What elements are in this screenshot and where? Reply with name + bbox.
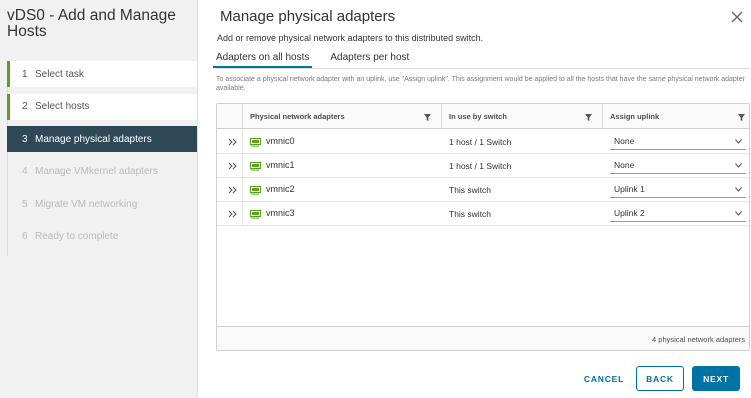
table-row[interactable]: vmnic0 1 host / 1 Switch None: [217, 130, 749, 154]
step-label: Manage physical adapters: [35, 133, 152, 145]
step-select-hosts[interactable]: 2 Select hosts: [7, 93, 197, 120]
uplink-value: None: [614, 136, 635, 146]
step-select-task[interactable]: 1 Select task: [7, 61, 197, 87]
uplink-select[interactable]: None: [610, 157, 746, 174]
uplink-select[interactable]: Uplink 1: [610, 181, 746, 198]
uplink-value: None: [614, 160, 635, 170]
column-header-in-use-by-switch[interactable]: In use by switch: [449, 104, 507, 129]
table-row[interactable]: vmnic3 This switch Uplink 2: [217, 202, 749, 226]
uplink-value: Uplink 1: [614, 184, 645, 194]
filter-icon[interactable]: [424, 114, 431, 121]
filter-icon[interactable]: [585, 114, 592, 121]
column-divider[interactable]: [602, 104, 603, 129]
row-divider: [242, 154, 243, 178]
in-use-value: This switch: [449, 185, 492, 195]
chevron-down-icon: [735, 187, 742, 192]
step-number: 3: [22, 133, 28, 145]
page-title: Manage physical adapters: [220, 8, 396, 25]
uplink-value: Uplink 2: [614, 208, 645, 218]
step-label: Migrate VM networking: [35, 198, 138, 210]
adapters-grid: Physical network adapters In use by swit…: [216, 103, 750, 351]
row-divider: [242, 178, 243, 202]
double-chevron-right-icon[interactable]: [228, 209, 238, 219]
tab-bar: Adapters on all hosts Adapters per host: [213, 50, 430, 68]
chevron-down-icon: [735, 211, 742, 216]
step-label: Select hosts: [35, 101, 90, 112]
row-divider: [242, 202, 243, 226]
adapter-name: vmnic1: [266, 160, 295, 170]
back-button[interactable]: BACK: [636, 366, 684, 391]
page-subtitle: Add or remove physical network adapters …: [217, 33, 484, 43]
step-ready-to-complete: 6 Ready to complete: [7, 224, 197, 250]
network-adapter-icon: [250, 162, 261, 171]
step-number: 4: [22, 166, 28, 177]
grid-header: Physical network adapters In use by swit…: [217, 104, 749, 129]
step-label: Select task: [35, 68, 84, 80]
network-adapter-icon: [250, 138, 261, 147]
step-manage-vmkernel-adapters: 4 Manage VMkernel adapters: [7, 159, 197, 185]
step-number: 2: [22, 101, 28, 112]
in-use-value: This switch: [449, 209, 492, 219]
tab-adapters-per-host[interactable]: Adapters per host: [330, 50, 409, 68]
tab-adapters-on-all-hosts[interactable]: Adapters on all hosts: [213, 50, 313, 68]
step-manage-physical-adapters[interactable]: 3 Manage physical adapters: [7, 126, 197, 152]
step-number: 5: [22, 198, 28, 210]
wizard-title: vDS0 - Add and Manage Hosts: [7, 7, 176, 40]
wizard-sidebar: vDS0 - Add and Manage Hosts 1 Select tas…: [0, 0, 198, 398]
step-label: Manage VMkernel adapters: [35, 166, 158, 177]
adapter-name: vmnic2: [266, 184, 295, 194]
step-number: 6: [22, 231, 28, 242]
column-header-physical-adapters[interactable]: Physical network adapters: [250, 104, 345, 129]
row-divider: [242, 130, 243, 154]
wizard-steps: 1 Select task 2 Select hosts 3 Manage ph…: [7, 61, 197, 256]
tab-divider: [216, 68, 750, 69]
in-use-value: 1 host / 1 Switch: [449, 137, 512, 147]
network-adapter-icon: [250, 210, 261, 219]
double-chevron-right-icon[interactable]: [228, 161, 238, 171]
filter-icon[interactable]: [738, 114, 745, 121]
next-button[interactable]: NEXT: [692, 366, 740, 391]
step-number: 1: [22, 68, 28, 80]
close-icon[interactable]: [730, 10, 744, 24]
info-text: To associate a physical network adapter …: [216, 76, 745, 92]
grid-footer: 4 physical network adapters: [217, 326, 749, 350]
column-divider[interactable]: [441, 104, 442, 129]
network-adapter-icon: [250, 186, 261, 195]
double-chevron-right-icon[interactable]: [228, 185, 238, 195]
adapter-count: 4 physical network adapters: [652, 335, 745, 344]
adapter-name: vmnic3: [266, 208, 295, 218]
double-chevron-right-icon[interactable]: [228, 137, 238, 147]
table-row[interactable]: vmnic2 This switch Uplink 1: [217, 178, 749, 202]
uplink-select[interactable]: None: [610, 133, 746, 150]
step-migrate-vm-networking: 5 Migrate VM networking: [7, 191, 197, 217]
adapter-name: vmnic0: [266, 136, 295, 146]
cancel-button[interactable]: CANCEL: [578, 366, 630, 391]
step-label: Ready to complete: [35, 231, 119, 242]
chevron-down-icon: [735, 163, 742, 168]
table-row[interactable]: vmnic1 1 host / 1 Switch None: [217, 154, 749, 178]
column-divider: [242, 104, 243, 129]
uplink-select[interactable]: Uplink 2: [610, 205, 746, 222]
in-use-value: 1 host / 1 Switch: [449, 161, 512, 171]
chevron-down-icon: [735, 139, 742, 144]
column-header-assign-uplink[interactable]: Assign uplink: [610, 104, 659, 129]
